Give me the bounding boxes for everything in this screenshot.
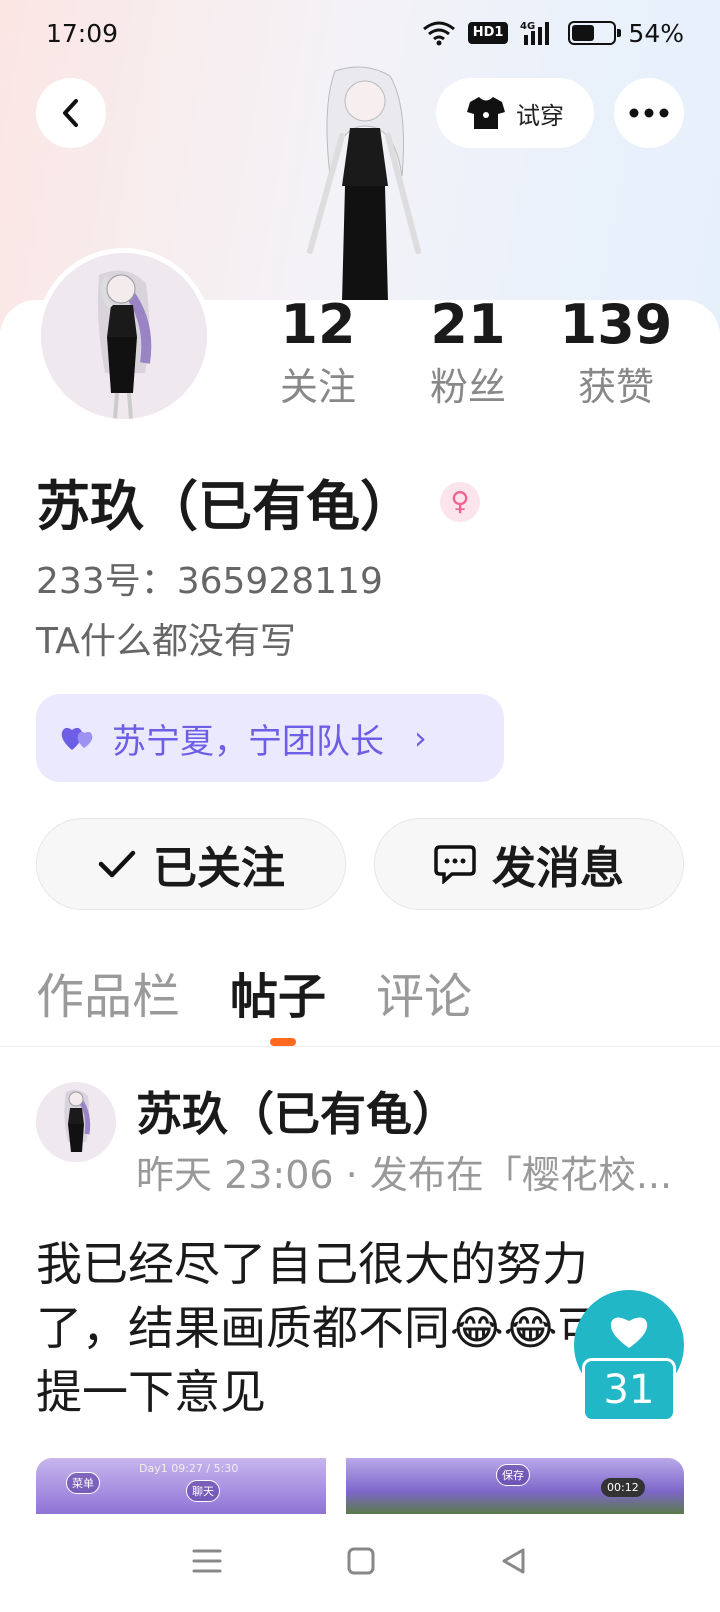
stat-label: 关注 <box>279 365 356 409</box>
followed-button[interactable]: 已关注 <box>36 818 346 910</box>
post-author-avatar[interactable] <box>36 1082 116 1162</box>
back-button[interactable] <box>36 78 106 148</box>
chevron-right-icon: › <box>414 719 427 757</box>
post-header: 苏玖（已有龟） 昨天 23:06 · 发布在「樱花校... <box>36 1082 696 1212</box>
like-count: 31 <box>582 1358 676 1422</box>
tab-posts-label: 帖子 <box>230 969 327 1025</box>
post-image-2[interactable]: 保存 00:12 <box>346 1458 684 1514</box>
status-time: 17:09 <box>46 18 119 48</box>
hd-icon: HD1 <box>467 22 509 44</box>
home-icon[interactable] <box>346 1546 376 1580</box>
profile-name: 苏玖（已有龟） <box>36 475 414 538</box>
tab-works[interactable]: 作品栏 <box>36 962 180 1032</box>
female-icon: ♀ <box>440 481 480 522</box>
checkmark-icon <box>98 850 136 878</box>
profile-stats: 12 关注 21 粉丝 139 获赞 <box>270 290 700 420</box>
post-author-name[interactable]: 苏玖（已有龟） <box>136 1078 458 1144</box>
back-nav-icon[interactable] <box>499 1546 529 1580</box>
image-label: 聊天 <box>186 1480 220 1502</box>
avatar-figure-image <box>307 66 421 302</box>
svg-text:4G: 4G <box>520 21 535 32</box>
profile-tabs: 作品栏 帖子 评论 <box>36 962 472 1046</box>
stat-label: 获赞 <box>577 365 654 409</box>
system-nav-bar <box>0 1514 720 1612</box>
image-label: 菜单 <box>66 1472 100 1494</box>
try-on-button[interactable]: 试穿 <box>436 78 594 148</box>
post-meta: 昨天 23:06 · 发布在「樱花校... <box>136 1153 673 1197</box>
try-on-label: 试穿 <box>516 101 564 130</box>
signal-icon: 4G <box>520 19 556 47</box>
stat-likes[interactable]: 139 获赞 <box>546 290 686 414</box>
post-images: 菜单 Day1 09:27 / 5:30 聊天 保存 00:12 <box>36 1458 684 1514</box>
image-label: 00:12 <box>601 1478 645 1497</box>
tshirt-icon <box>467 97 505 129</box>
stat-followers[interactable]: 21 粉丝 <box>398 290 538 414</box>
post-image-1[interactable]: 菜单 Day1 09:27 / 5:30 聊天 <box>36 1458 326 1514</box>
menu-icon[interactable] <box>191 1547 223 1579</box>
tab-comments[interactable]: 评论 <box>376 962 472 1032</box>
followed-label: 已关注 <box>153 843 285 894</box>
profile-bio: TA什么都没有写 <box>36 621 296 662</box>
send-message-button[interactable]: 发消息 <box>374 818 684 910</box>
stat-label: 粉丝 <box>429 365 506 409</box>
battery-icon <box>568 21 622 45</box>
divider <box>0 1046 720 1047</box>
profile-name-row: 苏玖（已有龟） ♀ <box>36 462 480 541</box>
chevron-left-icon <box>63 99 78 127</box>
tab-posts[interactable]: 帖子 <box>230 962 327 1046</box>
double-heart-icon <box>61 727 93 750</box>
heart-icon <box>610 1317 648 1348</box>
chat-bubble-icon <box>434 845 476 884</box>
relation-pill[interactable]: 苏宁夏，宁团队长 › <box>36 694 504 782</box>
stat-count: 139 <box>559 293 673 356</box>
active-tab-indicator <box>270 1038 297 1046</box>
profile-uid: 233号：365928119 <box>36 561 383 602</box>
more-dots-icon <box>629 108 669 118</box>
profile-avatar[interactable] <box>36 248 212 424</box>
relation-label: 苏宁夏，宁团队长 <box>112 721 384 762</box>
status-bar: 17:09 HD1 4G 54% <box>0 0 720 66</box>
stat-count: 21 <box>430 293 506 356</box>
battery-text: 54% <box>628 18 684 48</box>
avatar-image <box>41 253 207 419</box>
wifi-icon <box>422 20 456 46</box>
stat-following[interactable]: 12 关注 <box>248 290 388 414</box>
avatar-image <box>36 1082 116 1162</box>
stat-count: 12 <box>280 293 356 356</box>
send-message-label: 发消息 <box>492 843 624 894</box>
image-label: Day1 09:27 / 5:30 <box>139 1462 239 1475</box>
image-label: 保存 <box>496 1464 530 1486</box>
more-options-button[interactable] <box>614 78 684 148</box>
